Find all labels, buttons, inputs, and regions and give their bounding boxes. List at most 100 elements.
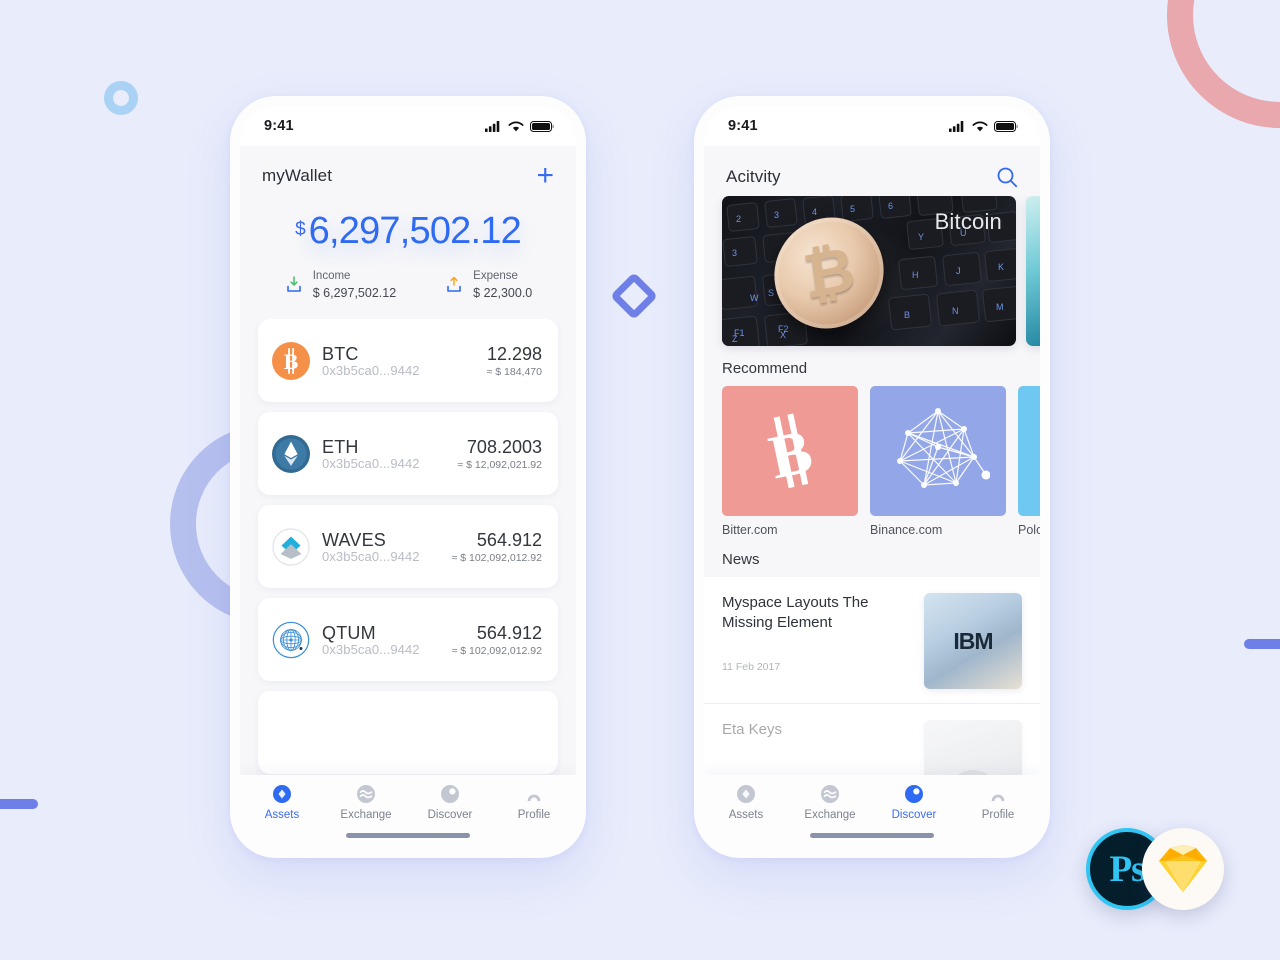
news-date: 11 Feb 2017 xyxy=(722,660,781,673)
svg-text:5: 5 xyxy=(850,204,855,214)
asset-fiat: ≈ $ 102,092,012.92 xyxy=(451,645,542,658)
tab-discover[interactable]: Discover xyxy=(408,784,492,821)
asset-amount: 708.2003 xyxy=(466,436,542,457)
tab-label: Discover xyxy=(427,809,473,821)
btc-coin-icon: B xyxy=(272,341,310,380)
recommend-carousel[interactable]: B Bitter.com Binance.com Polo xyxy=(704,386,1040,537)
discover-content: 23 45 6 3 WE YU HJK BNM F1F2 S ZX xyxy=(704,196,1040,775)
tab-assets[interactable]: Assets xyxy=(704,784,788,821)
news-item[interactable]: Myspace Layouts The Missing Element 11 F… xyxy=(704,577,1040,704)
asset-row-qtum[interactable]: QTUM 0x3b5ca0...9442 564.912 ≈ $ 102,092… xyxy=(258,598,558,682)
tab-label: Assets xyxy=(728,809,764,821)
phone-mockup-wallet: 9:41 myWallet + $ 6,297,502.12 Income $ … xyxy=(230,96,586,858)
tab-bar-discover: Assets Exchange Discover Profile xyxy=(704,775,1040,848)
recommend-name: Binance.com xyxy=(870,523,943,537)
phone-mockup-discover: 9:41 Acitvity 2 3 4 5 6 3 W Y U H J K B … xyxy=(694,96,1050,858)
discover-compass-icon xyxy=(441,785,459,803)
news-item[interactable]: Eta Keys xyxy=(704,704,1040,775)
news-section-title: News xyxy=(722,551,760,568)
banner-bitcoin[interactable]: 23 45 6 3 WE YU HJK BNM F1F2 S ZX xyxy=(722,196,1016,346)
banner-carousel[interactable]: 23 45 6 3 WE YU HJK BNM F1F2 S ZX xyxy=(704,196,1040,346)
svg-text:J: J xyxy=(956,266,961,276)
upload-icon xyxy=(447,276,461,292)
tab-label: Profile xyxy=(981,809,1015,821)
blue-bar-left-decoration xyxy=(0,799,38,809)
battery-full-icon xyxy=(530,120,554,132)
svg-text:Z: Z xyxy=(732,334,738,344)
svg-text:B: B xyxy=(284,350,299,374)
tab-label: Exchange xyxy=(804,809,856,821)
cellular-signal-icon xyxy=(485,120,500,132)
battery-full-icon xyxy=(994,120,1018,132)
svg-text:6: 6 xyxy=(888,201,893,211)
discover-header: Acitvity xyxy=(704,146,1040,196)
home-indicator[interactable] xyxy=(346,833,470,838)
asset-list[interactable]: B BTC 0x3b5ca0...9442 12.298 ≈ $ 184,470 xyxy=(240,319,576,775)
asset-row-eth[interactable]: ETH 0x3b5ca0...9442 708.2003 ≈ $ 12,092,… xyxy=(258,412,558,496)
profile-person-icon xyxy=(991,794,1005,801)
recommend-card-bitter[interactable]: B Bitter.com xyxy=(722,386,858,537)
tab-profile[interactable]: Profile xyxy=(492,784,576,821)
photoshop-label: Ps xyxy=(1109,848,1146,890)
tab-bar-wallet: Assets Exchange Discover Profile xyxy=(240,775,576,848)
wallet-header: myWallet + xyxy=(240,146,576,194)
svg-text:K: K xyxy=(998,262,1004,272)
news-thumbnail xyxy=(924,720,1022,775)
add-wallet-button[interactable]: + xyxy=(536,161,554,191)
asset-fiat: ≈ $ 184,470 xyxy=(486,366,542,379)
asset-row-btc[interactable]: B BTC 0x3b5ca0...9442 12.298 ≈ $ 184,470 xyxy=(258,319,558,403)
expense-label: Expense xyxy=(473,270,518,282)
asset-address: 0x3b5ca0...9442 xyxy=(322,455,420,471)
recommend-section-title: Recommend xyxy=(722,360,808,377)
asset-amount: 12.298 xyxy=(486,343,542,364)
svg-text:3: 3 xyxy=(732,248,737,258)
asset-fiat: ≈ $ 12,092,021.92 xyxy=(457,459,542,472)
page-title: Acitvity xyxy=(726,167,781,186)
recommend-card-poloniex[interactable]: Polone xyxy=(1018,386,1040,537)
home-indicator[interactable] xyxy=(810,833,934,838)
news-list[interactable]: Myspace Layouts The Missing Element 11 F… xyxy=(704,577,1040,775)
download-icon xyxy=(286,276,301,292)
banner-secondary[interactable] xyxy=(1026,196,1040,346)
svg-text:X: X xyxy=(780,330,786,340)
tab-discover[interactable]: Discover xyxy=(872,784,956,821)
wallet-screen: 9:41 myWallet + $ 6,297,502.12 Income $ … xyxy=(240,106,576,848)
svg-text:M: M xyxy=(996,302,1004,312)
network-graph-icon xyxy=(897,408,990,488)
asset-row-partial[interactable] xyxy=(258,691,558,775)
exchange-waves-icon xyxy=(821,785,839,803)
svg-text:S: S xyxy=(768,288,774,298)
tab-exchange[interactable]: Exchange xyxy=(324,784,408,821)
search-icon xyxy=(997,167,1018,188)
asset-symbol: BTC xyxy=(322,344,359,365)
asset-address: 0x3b5ca0...9442 xyxy=(322,362,420,378)
asset-row-waves[interactable]: WAVES 0x3b5ca0...9442 564.912 ≈ $ 102,09… xyxy=(258,505,558,589)
assets-diamond-icon xyxy=(273,785,291,803)
diamond-outline-decoration xyxy=(609,271,659,321)
income-summary: Income $ 6,297,502.12 xyxy=(284,269,396,301)
recommend-card-binance[interactable]: Binance.com xyxy=(870,386,1006,537)
tab-exchange[interactable]: Exchange xyxy=(788,784,872,821)
tab-profile[interactable]: Profile xyxy=(956,784,1040,821)
asset-amount: 564.912 xyxy=(476,622,542,643)
balance-section: $ 6,297,502.12 xyxy=(240,194,576,257)
qtum-coin-icon xyxy=(272,621,310,659)
svg-text:N: N xyxy=(952,306,959,316)
svg-text:2: 2 xyxy=(736,214,741,224)
svg-text:3: 3 xyxy=(774,210,779,220)
eth-coin-icon xyxy=(272,434,310,473)
search-button[interactable] xyxy=(996,166,1018,188)
expense-summary: Expense $ 22,300.0 xyxy=(444,269,532,301)
profile-person-icon xyxy=(527,794,541,801)
income-expense-row: Income $ 6,297,502.12 Expense $ 22,300.0 xyxy=(240,257,576,320)
asset-symbol: WAVES xyxy=(322,530,387,551)
asset-address: 0x3b5ca0...9442 xyxy=(322,641,420,657)
ibm-logo-mark: IBM xyxy=(953,627,993,654)
wifi-icon xyxy=(972,120,988,131)
asset-symbol: QTUM xyxy=(322,623,376,644)
tab-assets[interactable]: Assets xyxy=(240,784,324,821)
recommend-name: Bitter.com xyxy=(722,523,778,537)
waves-coin-icon xyxy=(272,528,310,566)
svg-text:Y: Y xyxy=(918,232,924,242)
wifi-icon xyxy=(508,120,524,131)
